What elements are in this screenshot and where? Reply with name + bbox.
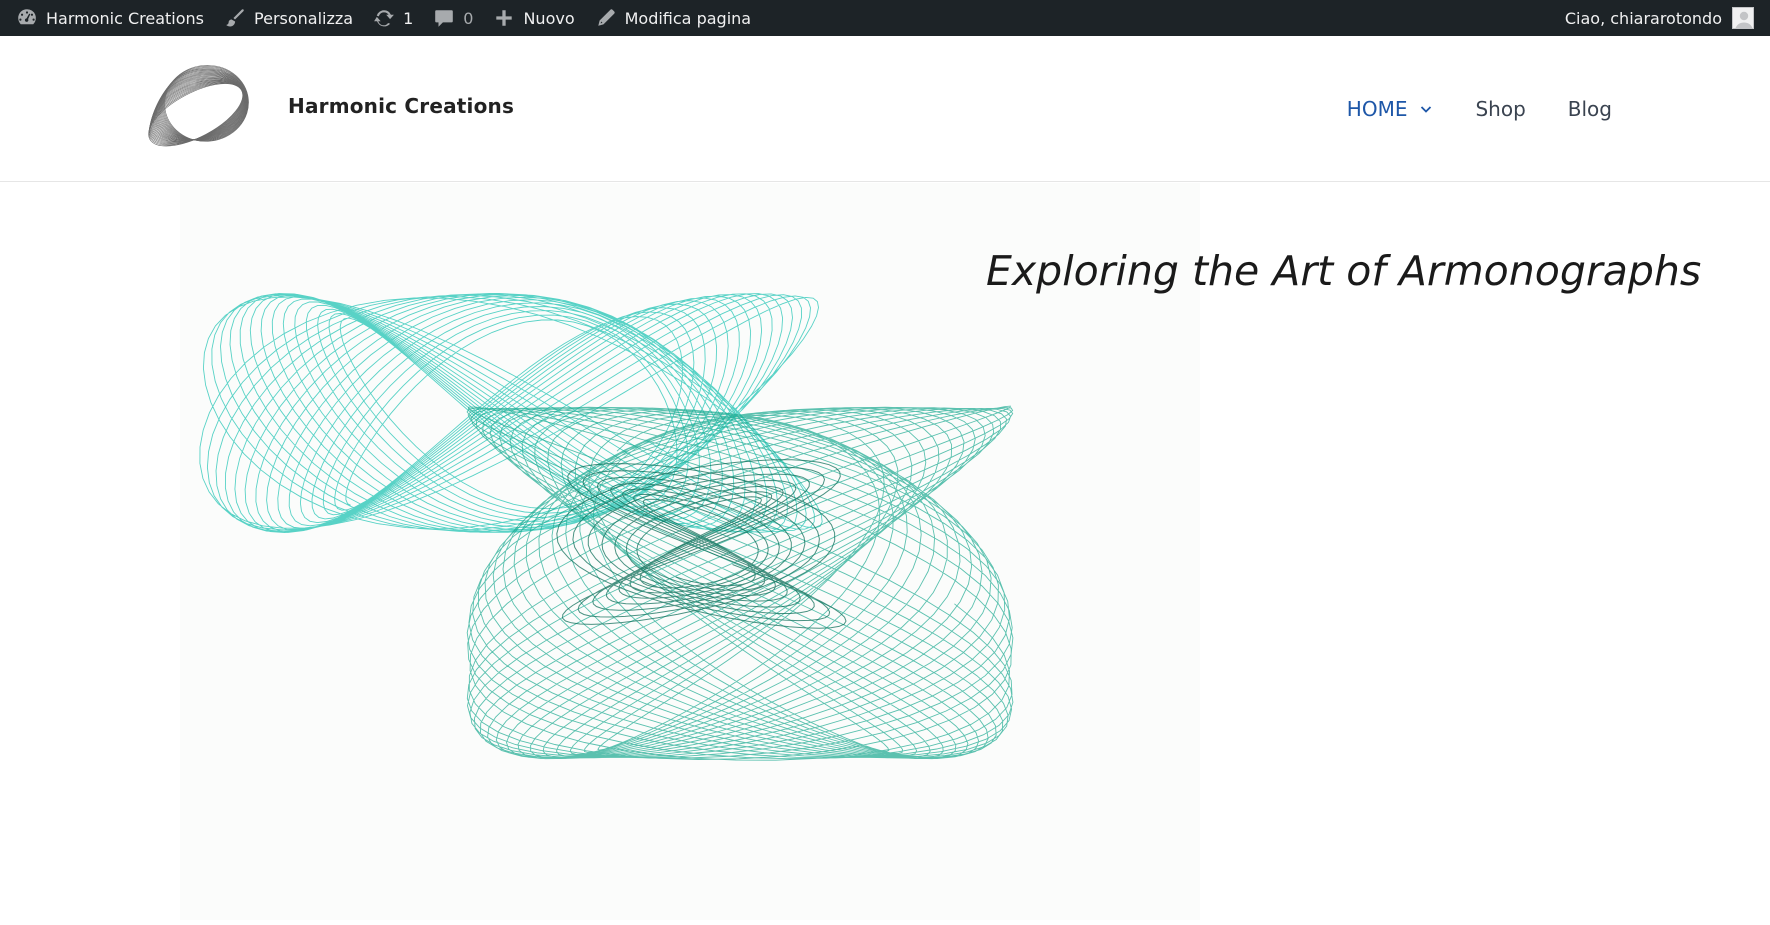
nav-item-home[interactable]: HOME xyxy=(1347,97,1434,121)
admin-bar-left: Harmonic Creations Personalizza 1 0 Nuov… xyxy=(16,0,771,36)
admin-bar-new-label: Nuovo xyxy=(523,8,575,28)
admin-bar-comments-count: 0 xyxy=(463,8,474,28)
dashboard-icon xyxy=(16,7,38,29)
site-logo[interactable] xyxy=(136,60,264,156)
hero-section: Exploring the Art of Armonographs xyxy=(0,183,1770,920)
nav-item-home-label: HOME xyxy=(1346,97,1408,121)
admin-bar-right: Ciao, chiararotondo xyxy=(1565,0,1754,36)
admin-bar-site-link[interactable]: Harmonic Creations xyxy=(16,0,204,36)
nav-item-shop[interactable]: Shop xyxy=(1475,97,1525,121)
refresh-icon xyxy=(373,7,395,29)
site-title[interactable]: Harmonic Creations xyxy=(288,94,514,118)
user-avatar-icon xyxy=(1732,7,1754,29)
admin-bar-site-name: Harmonic Creations xyxy=(46,8,205,28)
admin-bar-comments[interactable]: 0 xyxy=(433,0,473,36)
admin-bar-account[interactable]: Ciao, chiararotondo xyxy=(1565,0,1754,36)
admin-bar: Harmonic Creations Personalizza 1 0 Nuov… xyxy=(0,0,1770,36)
admin-bar-greeting: Ciao, chiararotondo xyxy=(1564,8,1722,28)
pencil-icon xyxy=(595,7,617,29)
admin-bar-updates-count: 1 xyxy=(403,8,414,28)
admin-bar-new[interactable]: Nuovo xyxy=(493,0,575,36)
main-navigation: HOME Shop Blog xyxy=(1305,36,1612,182)
nav-item-blog-label: Blog xyxy=(1567,97,1612,121)
chevron-down-icon[interactable] xyxy=(1419,102,1433,116)
admin-bar-customize-label: Personalizza xyxy=(254,8,354,28)
brush-icon xyxy=(224,7,246,29)
nav-item-shop-label: Shop xyxy=(1475,97,1526,121)
admin-bar-edit-page-label: Modifica pagina xyxy=(624,8,752,28)
site-header: Harmonic Creations HOME Shop Blog xyxy=(0,36,1770,182)
admin-bar-customize[interactable]: Personalizza xyxy=(224,0,353,36)
admin-bar-updates[interactable]: 1 xyxy=(373,0,413,36)
comment-icon xyxy=(433,7,455,29)
admin-bar-edit-page[interactable]: Modifica pagina xyxy=(595,0,751,36)
hero-title: Exploring the Art of Armonographs xyxy=(986,247,1702,295)
nav-item-blog[interactable]: Blog xyxy=(1568,97,1612,121)
plus-icon xyxy=(493,7,515,29)
harmonograph-logo xyxy=(148,64,249,147)
